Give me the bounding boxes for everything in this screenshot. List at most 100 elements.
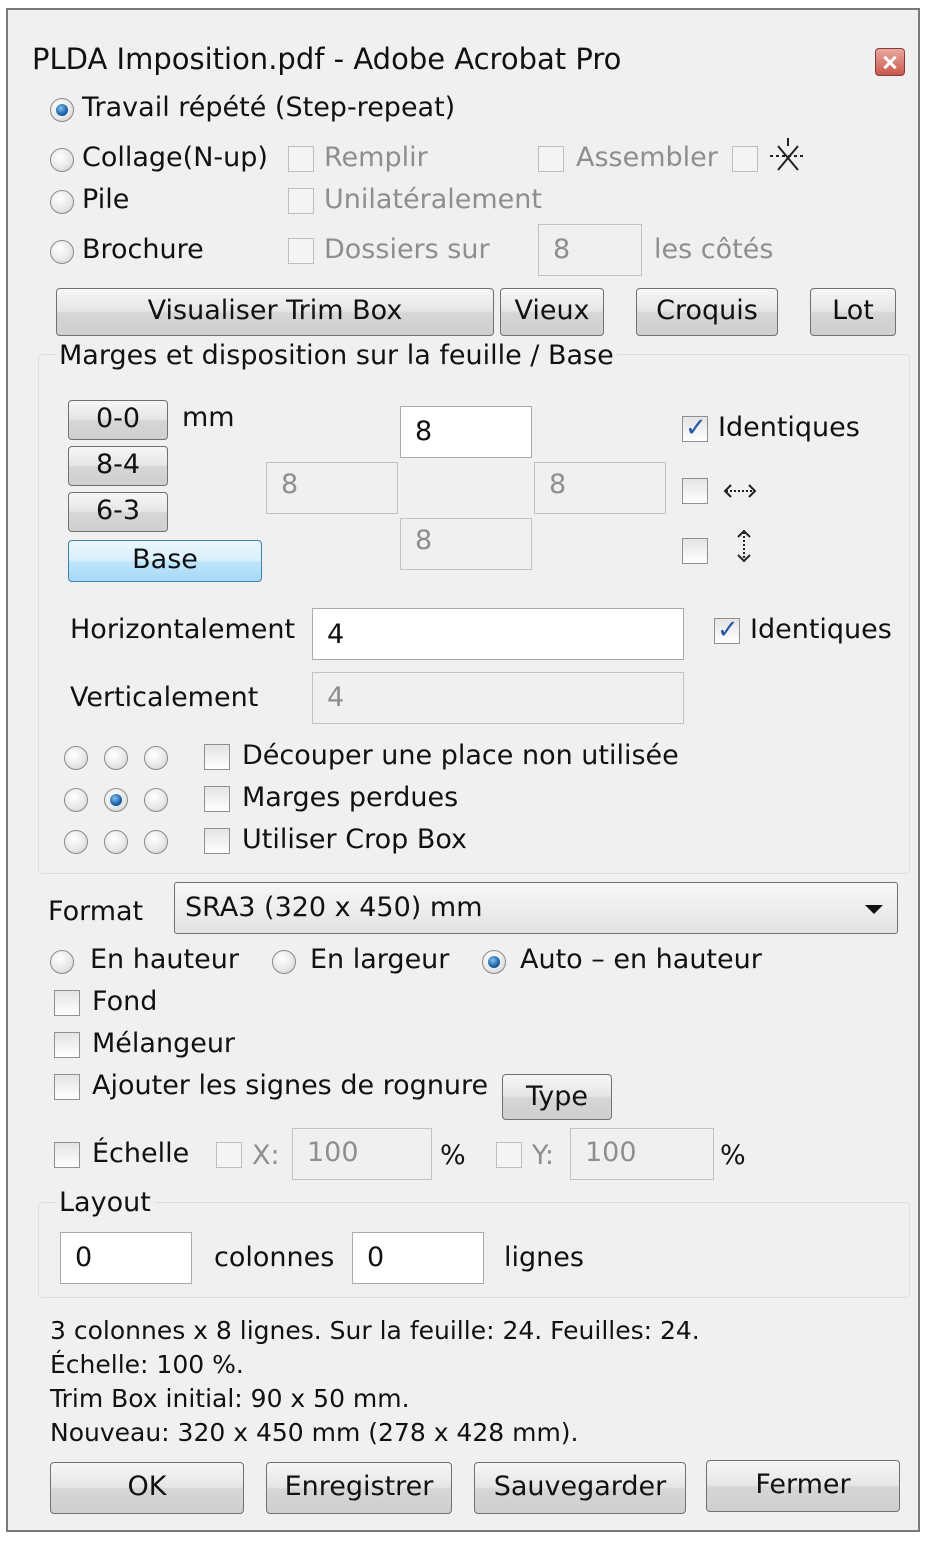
type-button[interactable]: Type (502, 1074, 612, 1120)
checkbox-fond[interactable] (54, 990, 80, 1016)
checkbox-remplir[interactable] (288, 146, 314, 172)
anchor-top-center[interactable] (104, 746, 128, 770)
checkbox-echelle-x[interactable] (216, 1142, 242, 1168)
vertical-spacing-input[interactable]: 4 (312, 672, 684, 724)
radio-nup[interactable] (50, 148, 74, 172)
checkbox-horizontal-equal[interactable] (682, 478, 708, 504)
label-echelle: Échelle (92, 1138, 190, 1169)
checkbox-melangeur[interactable] (54, 1032, 80, 1058)
vertical-arrows-icon (737, 529, 751, 563)
radio-en-largeur[interactable] (272, 950, 296, 974)
anchor-middle-right[interactable] (144, 788, 168, 812)
label-decouper: Découper une place non utilisée (242, 740, 679, 771)
preset-6-3-button[interactable]: 6-3 (68, 492, 168, 532)
label-percent-x: % (440, 1140, 466, 1171)
label-marges-perdues: Marges perdues (242, 782, 459, 813)
label-pile: Pile (82, 184, 130, 215)
margin-top-input[interactable]: 8 (400, 406, 532, 458)
horizontal-spacing-input[interactable]: 4 (312, 608, 684, 660)
label-assembler: Assembler (576, 142, 718, 173)
checkbox-dossiers[interactable] (288, 238, 314, 264)
label-en-hauteur: En hauteur (90, 944, 239, 975)
label-echelle-x: X: (252, 1140, 280, 1171)
label-echelle-y: Y: (532, 1140, 555, 1171)
columns-input[interactable]: 0 (60, 1232, 192, 1284)
echelle-x-input[interactable]: 100 (292, 1128, 432, 1180)
summary-line-1: 3 colonnes x 8 lignes. Sur la feuille: 2… (50, 1316, 700, 1345)
checkbox-echelle[interactable] (54, 1142, 80, 1168)
anchor-bottom-left[interactable] (64, 830, 88, 854)
summary-line-4: Nouveau: 320 x 450 mm (278 x 428 mm). (50, 1418, 579, 1447)
label-verticalement: Verticalement (70, 682, 259, 713)
anchor-bottom-right[interactable] (144, 830, 168, 854)
lot-button[interactable]: Lot (810, 288, 896, 336)
label-remplir: Remplir (324, 142, 428, 173)
radio-brochure[interactable] (50, 240, 74, 264)
anchor-center[interactable] (104, 788, 128, 812)
vieux-button[interactable]: Vieux (500, 288, 604, 336)
layout-group-label: Layout (56, 1187, 154, 1218)
margin-bottom-input[interactable]: 8 (400, 518, 532, 570)
format-dropdown[interactable]: SRA3 (320 x 450) mm (174, 882, 898, 934)
label-fond: Fond (92, 986, 158, 1017)
horizontal-arrows-icon (723, 484, 757, 498)
label-colonnes: colonnes (214, 1242, 335, 1273)
anchor-top-left[interactable] (64, 746, 88, 770)
anchor-top-right[interactable] (144, 746, 168, 770)
croquis-button[interactable]: Croquis (636, 288, 778, 336)
format-dropdown-value: SRA3 (320 x 450) mm (185, 892, 483, 923)
close-icon[interactable] (875, 48, 905, 76)
dossiers-count-input[interactable]: 8 (538, 224, 642, 276)
summary-text: 3 colonnes x 8 lignes. Sur la feuille: 2… (50, 1314, 700, 1450)
label-rognure: Ajouter les signes de rognure (92, 1070, 489, 1101)
label-lignes: lignes (504, 1242, 584, 1273)
fermer-button[interactable]: Fermer (706, 1460, 900, 1512)
dialog-window: PLDA Imposition.pdf - Adobe Acrobat Pro … (6, 8, 920, 1532)
checkbox-decouper[interactable] (204, 744, 230, 770)
radio-auto-en-hauteur[interactable] (482, 950, 506, 974)
anchor-middle-left[interactable] (64, 788, 88, 812)
chevron-down-icon (865, 905, 883, 914)
label-melangeur: Mélangeur (92, 1028, 236, 1059)
summary-line-2: Échelle: 100 %. (50, 1350, 244, 1379)
label-auto-en-hauteur: Auto – en hauteur (520, 944, 762, 975)
checkbox-echelle-y[interactable] (496, 1142, 522, 1168)
enregistrer-button[interactable]: Enregistrer (266, 1462, 452, 1514)
sauvegarder-button[interactable]: Sauvegarder (474, 1462, 686, 1514)
margin-left-input[interactable]: 8 (266, 462, 398, 514)
margin-right-input[interactable]: 8 (534, 462, 666, 514)
echelle-y-input[interactable]: 100 (570, 1128, 714, 1180)
label-unilateral: Unilatéralement (324, 184, 542, 215)
label-en-largeur: En largeur (310, 944, 450, 975)
label-brochure: Brochure (82, 234, 204, 265)
unit-label: mm (182, 402, 235, 433)
label-format: Format (48, 896, 144, 927)
checkbox-identiques-spacing[interactable] (714, 615, 740, 645)
rows-input[interactable]: 0 (352, 1232, 484, 1284)
checkbox-identiques-margins[interactable] (682, 413, 708, 443)
checkbox-marges-perdues[interactable] (204, 786, 230, 812)
summary-line-3: Trim Box initial: 90 x 50 mm. (50, 1384, 410, 1413)
visualiser-trim-box-button[interactable]: Visualiser Trim Box (56, 288, 494, 336)
ok-button[interactable]: OK (50, 1462, 244, 1514)
label-identiques-margins: Identiques (718, 412, 860, 443)
label-les-cotes: les côtés (654, 234, 774, 265)
anchor-bottom-center[interactable] (104, 830, 128, 854)
radio-step-repeat[interactable] (50, 98, 74, 122)
label-horizontalement: Horizontalement (70, 614, 296, 645)
radio-pile[interactable] (50, 190, 74, 214)
checkbox-unilateral[interactable] (288, 188, 314, 214)
checkbox-crop-box[interactable] (204, 828, 230, 854)
base-button[interactable]: Base (68, 540, 262, 582)
checkbox-cut-marks[interactable] (732, 146, 758, 172)
preset-8-4-button[interactable]: 8-4 (68, 446, 168, 486)
preset-0-0-button[interactable]: 0-0 (68, 400, 168, 440)
radio-en-hauteur[interactable] (50, 950, 74, 974)
checkbox-rognure[interactable] (54, 1074, 80, 1100)
margins-group-label: Marges et disposition sur la feuille / B… (56, 340, 617, 371)
cut-marks-icon (770, 138, 806, 171)
checkbox-vertical-equal[interactable] (682, 538, 708, 564)
checkbox-assembler[interactable] (538, 146, 564, 172)
label-crop-box: Utiliser Crop Box (242, 824, 468, 855)
label-dossiers: Dossiers sur (324, 234, 490, 265)
